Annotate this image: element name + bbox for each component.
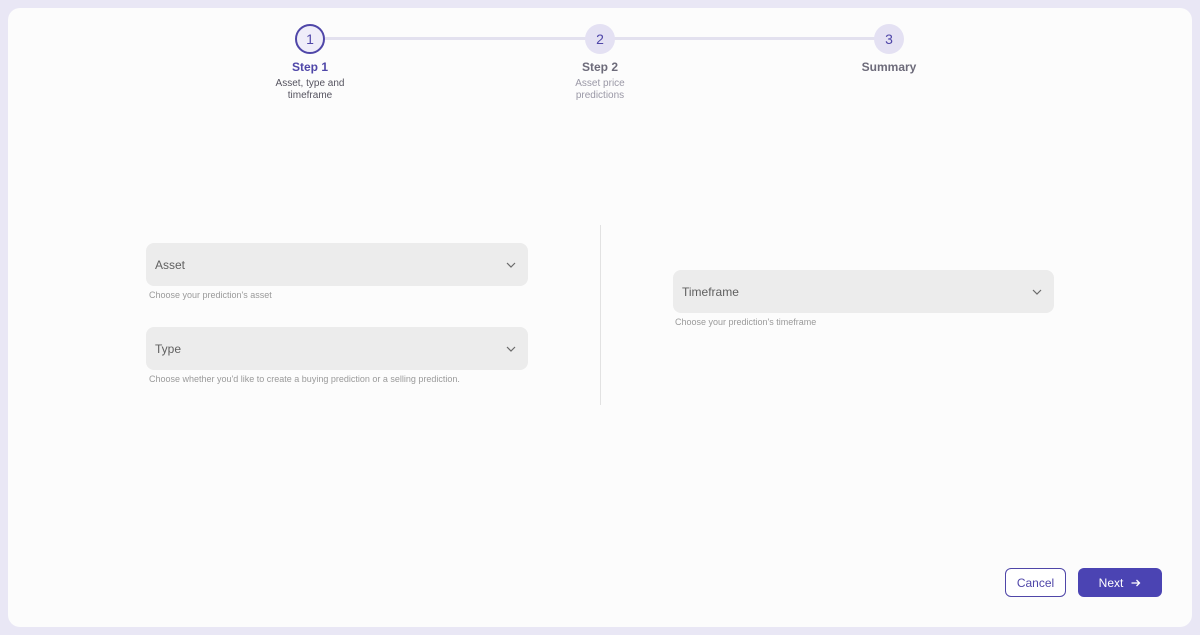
asset-select-label: Asset — [155, 257, 186, 272]
timeframe-select[interactable]: Timeframe — [673, 270, 1054, 313]
type-select[interactable]: Type — [146, 327, 528, 370]
cancel-button[interactable]: Cancel — [1005, 568, 1066, 597]
asset-select[interactable]: Asset — [146, 243, 528, 286]
cancel-button-label: Cancel — [1016, 575, 1055, 590]
step-2-title: Step 2 — [581, 60, 618, 74]
chevron-down-icon — [1030, 285, 1044, 299]
step-2[interactable]: 2 Step 2 Asset price predictions — [540, 24, 660, 102]
chevron-down-icon — [504, 342, 518, 356]
step-3-title: Summary — [861, 60, 917, 74]
step-1[interactable]: 1 Step 1 Asset, type and timeframe — [250, 24, 370, 102]
timeframe-helper-text: Choose your prediction's timeframe — [675, 317, 817, 327]
stepper: 1 Step 1 Asset, type and timeframe 2 Ste… — [0, 0, 1200, 110]
step-2-circle: 2 — [585, 24, 615, 54]
next-button-label: Next — [1098, 575, 1124, 590]
type-select-label: Type — [155, 341, 182, 356]
timeframe-select-label: Timeframe — [682, 284, 739, 299]
next-button[interactable]: Next — [1078, 568, 1162, 597]
step-2-subtitle: Asset price predictions — [575, 78, 625, 101]
step-3-circle: 3 — [874, 24, 904, 54]
type-helper-text: Choose whether you'd like to create a bu… — [149, 374, 460, 384]
arrow-right-icon — [1131, 576, 1141, 590]
step-3[interactable]: 3 Summary — [829, 24, 949, 74]
step-1-title: Step 1 — [291, 60, 328, 74]
step-1-circle: 1 — [295, 24, 325, 54]
asset-helper-text: Choose your prediction's asset — [149, 290, 272, 300]
chevron-down-icon — [504, 258, 518, 272]
step-1-subtitle: Asset, type and timeframe — [275, 78, 345, 101]
column-divider — [600, 225, 601, 405]
